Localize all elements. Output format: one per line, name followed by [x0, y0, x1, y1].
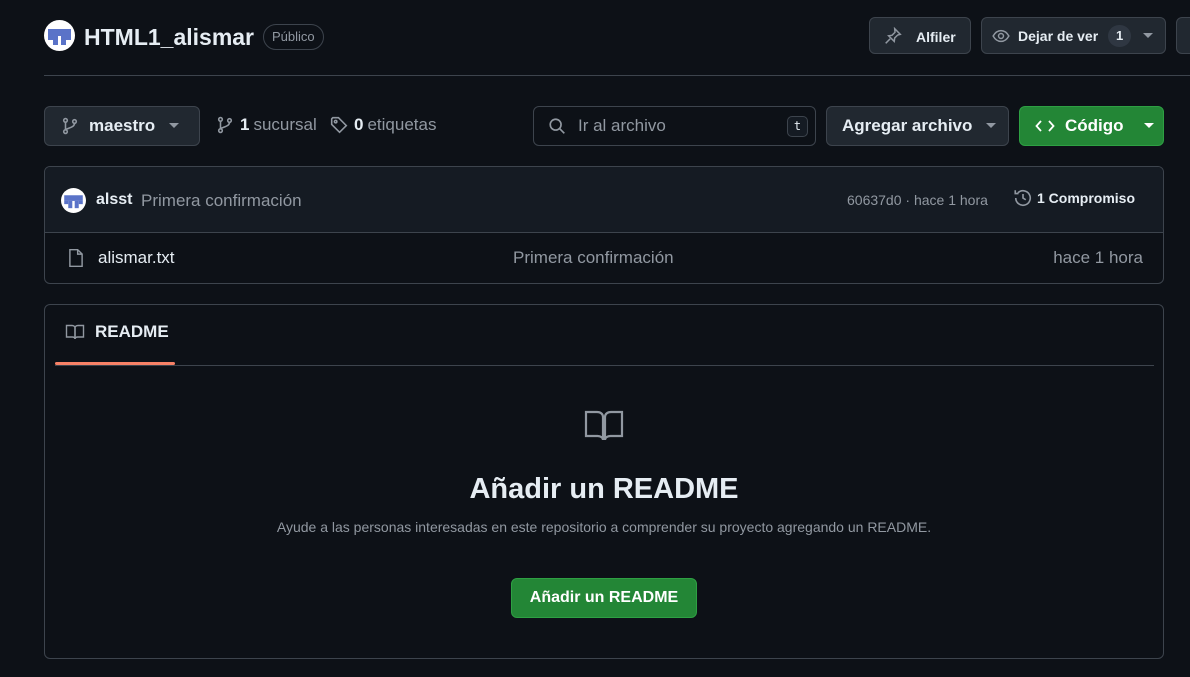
fork-button[interactable]: [1176, 17, 1190, 54]
search-icon: [548, 117, 566, 135]
commit-author-avatar[interactable]: [61, 188, 86, 213]
chevron-down-icon: [1143, 123, 1154, 129]
watch-counter: 1: [1108, 24, 1132, 47]
watch-button[interactable]: Dejar de ver 1: [981, 17, 1166, 54]
chevron-down-icon: [169, 123, 180, 129]
commit-hash-time[interactable]: 60637d0 · hace 1 hora: [847, 192, 988, 208]
branches-link[interactable]: 1 sucursal: [216, 115, 317, 135]
file-commit-time: hace 1 hora: [1053, 248, 1143, 267]
eye-icon: [992, 27, 1010, 45]
branches-count: 1: [240, 115, 250, 134]
history-icon: [1013, 188, 1033, 208]
table-row[interactable]: alismar.txt Primera confirmación hace 1 …: [45, 234, 1163, 283]
search-placeholder: Ir al archivo: [578, 116, 666, 135]
branches-label: sucursal: [253, 115, 317, 134]
file-list: alsst Primera confirmación 60637d0 · hac…: [44, 166, 1164, 284]
tag-icon: [330, 116, 348, 134]
repo-name[interactable]: HTML1_alismar: [84, 23, 254, 51]
tags-label: etiquetas: [367, 115, 437, 134]
tab-divider: [55, 365, 1154, 366]
keyboard-shortcut-hint: t: [787, 116, 808, 137]
watch-label: Dejar de ver: [1018, 27, 1099, 44]
pin-button[interactable]: Alfiler: [869, 17, 971, 54]
book-icon: [584, 409, 624, 443]
latest-commit-row: alsst Primera confirmación 60637d0 · hac…: [45, 167, 1163, 233]
file-commit-message[interactable]: Primera confirmación: [513, 248, 674, 268]
visibility-badge: Público: [263, 24, 324, 50]
code-button[interactable]: Código: [1019, 106, 1164, 146]
commit-history-label: 1 Compromiso: [1037, 190, 1136, 206]
add-file-button[interactable]: Agregar archivo: [826, 106, 1009, 146]
file-icon: [67, 248, 85, 268]
commit-history-link[interactable]: 1 Compromiso: [1013, 188, 1135, 208]
add-readme-button[interactable]: Añadir un README: [511, 578, 697, 618]
file-name[interactable]: alismar.txt: [98, 248, 175, 268]
go-to-file-input[interactable]: Ir al archivo t: [533, 106, 816, 146]
git-branch-icon: [216, 116, 234, 134]
branch-selector[interactable]: maestro: [44, 106, 200, 146]
chevron-down-icon: [986, 123, 997, 129]
branch-name: maestro: [89, 116, 156, 135]
pin-icon: [884, 26, 902, 45]
commit-author[interactable]: alsst: [96, 191, 132, 209]
empty-readme-title: Añadir un README: [469, 473, 739, 505]
header-divider: [44, 75, 1190, 76]
tags-count: 0: [354, 115, 364, 134]
book-icon: [65, 323, 85, 341]
chevron-down-icon: [1143, 32, 1154, 39]
readme-panel: README Añadir un README Ayude a las pers…: [44, 304, 1164, 659]
code-label: Código: [1065, 116, 1124, 135]
tags-link[interactable]: 0 etiquetas: [330, 115, 436, 135]
pin-label: Alfiler: [916, 29, 956, 45]
add-file-label: Agregar archivo: [842, 116, 973, 135]
commit-message[interactable]: Primera confirmación: [141, 191, 302, 211]
git-branch-icon: [61, 117, 79, 135]
code-icon: [1035, 118, 1055, 134]
repo-owner-avatar[interactable]: [44, 20, 75, 51]
tab-readme-label: README: [95, 322, 169, 341]
tab-readme[interactable]: README: [65, 322, 169, 342]
empty-readme-description: Ayude a las personas interesadas en este…: [276, 519, 932, 535]
